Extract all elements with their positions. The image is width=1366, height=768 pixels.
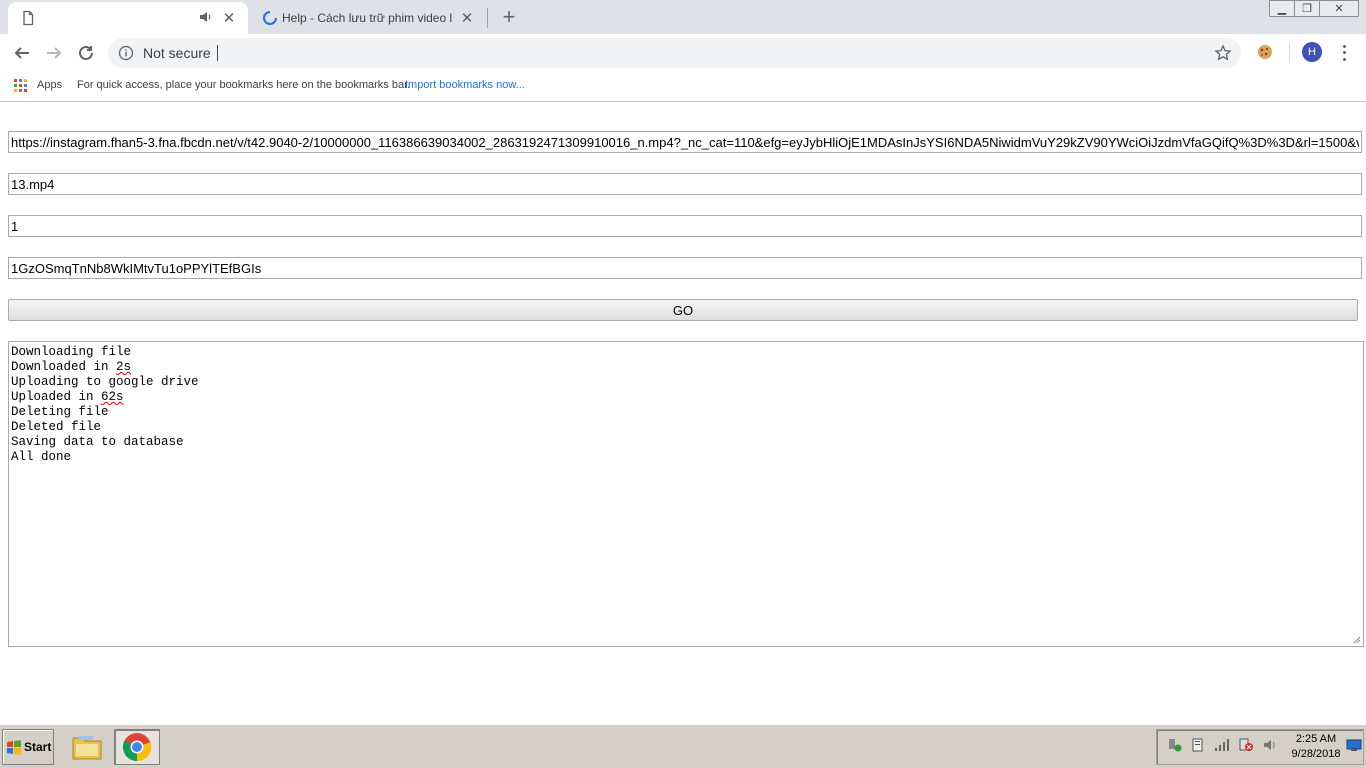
reload-icon <box>79 45 93 60</box>
clock[interactable]: 2:25 AM 9/28/2018 <box>1284 732 1348 762</box>
url-input[interactable] <box>8 131 1362 153</box>
folder-id-input[interactable] <box>8 257 1362 279</box>
log-line-text: Downloaded in <box>11 360 117 374</box>
go-button[interactable]: GO <box>8 299 1358 321</box>
forward-button[interactable] <box>42 41 66 65</box>
start-label: Start <box>24 740 52 754</box>
bookmarks-hint: For quick access, place your bookmarks h… <box>77 79 411 91</box>
tab-strip: ✕ Help - Cách lưu trữ phim video lên fa … <box>0 0 1366 34</box>
close-window-button[interactable]: ✕ <box>1319 0 1359 17</box>
bookmark-star-icon[interactable] <box>1214 44 1232 62</box>
log-line-text: Saving data to database <box>11 435 184 449</box>
loading-spinner-icon <box>263 11 277 25</box>
page-icon <box>23 10 34 26</box>
safely-remove-icon[interactable] <box>1166 738 1182 752</box>
chrome-taskbar-button[interactable] <box>114 729 160 765</box>
back-arrow-icon <box>14 47 29 59</box>
start-button[interactable]: Start <box>2 729 54 765</box>
tab-active[interactable]: ✕ <box>8 2 248 34</box>
tab-help[interactable]: Help - Cách lưu trữ phim video lên fa ✕ <box>250 2 486 34</box>
log-line: Uploading to google drive <box>11 375 1361 390</box>
new-tab-button[interactable]: + <box>498 4 520 29</box>
apps-grid-icon[interactable] <box>14 79 28 93</box>
number-input[interactable] <box>8 215 1362 237</box>
log-line-text: All done <box>11 450 72 464</box>
close-tab-icon[interactable]: ✕ <box>458 9 476 27</box>
log-line-duration: 2s <box>116 360 132 374</box>
taskbar: Start 2:25 AM 9/28/2018 <box>0 724 1366 768</box>
folder-icon <box>72 736 102 760</box>
log-line-text: Downloading file <box>11 345 132 359</box>
network-signal-icon[interactable] <box>1214 738 1230 752</box>
browser-toolbar: Not secure <box>0 34 1366 72</box>
log-line-text: Uploading to google drive <box>11 375 199 389</box>
log-line: Deleted file <box>11 420 1361 435</box>
log-line-text: Uploaded in <box>11 390 102 404</box>
volume-icon[interactable] <box>1262 738 1278 752</box>
log-line: Downloading file <box>11 345 1361 360</box>
reload-button[interactable] <box>74 41 98 65</box>
chrome-icon <box>122 733 151 762</box>
cookie-extension-icon[interactable] <box>1256 43 1274 66</box>
log-line: Uploaded in 62s <box>11 390 1361 405</box>
log-line-text: Deleted file <box>11 420 102 434</box>
tab-separator <box>487 8 488 28</box>
clock-date: 9/28/2018 <box>1291 748 1341 760</box>
tab-title: Help - Cách lưu trữ phim video lên fa <box>282 11 452 25</box>
back-button[interactable] <box>10 41 34 65</box>
address-caret <box>217 45 218 61</box>
filename-input[interactable] <box>8 173 1362 195</box>
toolbar-divider <box>1289 43 1290 63</box>
log-line-text: Deleting file <box>11 405 109 419</box>
clock-time: 2:25 AM <box>1295 733 1337 745</box>
windows-flag-icon <box>7 740 21 755</box>
info-icon[interactable] <box>118 45 134 61</box>
log-line: Saving data to database <box>11 435 1361 450</box>
menu-icon[interactable] <box>1336 43 1352 63</box>
minimize-button[interactable]: ▁ <box>1269 0 1295 17</box>
show-desktop-icon[interactable] <box>1346 738 1362 752</box>
address-bar[interactable]: Not secure <box>108 38 1241 68</box>
log-line: All done <box>11 450 1361 465</box>
security-label: Not secure <box>143 45 211 61</box>
speaker-icon[interactable] <box>198 9 214 25</box>
import-bookmarks-link[interactable]: Import bookmarks now... <box>405 79 525 91</box>
restore-button[interactable]: ❐ <box>1294 0 1320 17</box>
clipboard-icon[interactable] <box>1190 738 1206 752</box>
apps-label[interactable]: Apps <box>37 79 62 91</box>
close-tab-icon[interactable]: ✕ <box>220 9 238 27</box>
profile-avatar[interactable]: H <box>1302 42 1322 62</box>
log-textarea[interactable]: Downloading file Downloaded in 2s Uploadin… <box>8 341 1364 647</box>
network-error-icon[interactable] <box>1238 738 1254 752</box>
resize-handle-icon[interactable] <box>1353 636 1361 644</box>
bookmarks-bar: Apps For quick access, place your bookma… <box>0 72 1366 102</box>
log-lines: Downloading file Downloaded in 2s Uploadin… <box>11 345 1361 465</box>
log-line-duration: 62s <box>101 390 124 404</box>
file-explorer-button[interactable] <box>64 729 110 765</box>
log-line: Deleting file <box>11 405 1361 420</box>
forward-arrow-icon <box>47 47 62 59</box>
log-line: Downloaded in 2s <box>11 360 1361 375</box>
